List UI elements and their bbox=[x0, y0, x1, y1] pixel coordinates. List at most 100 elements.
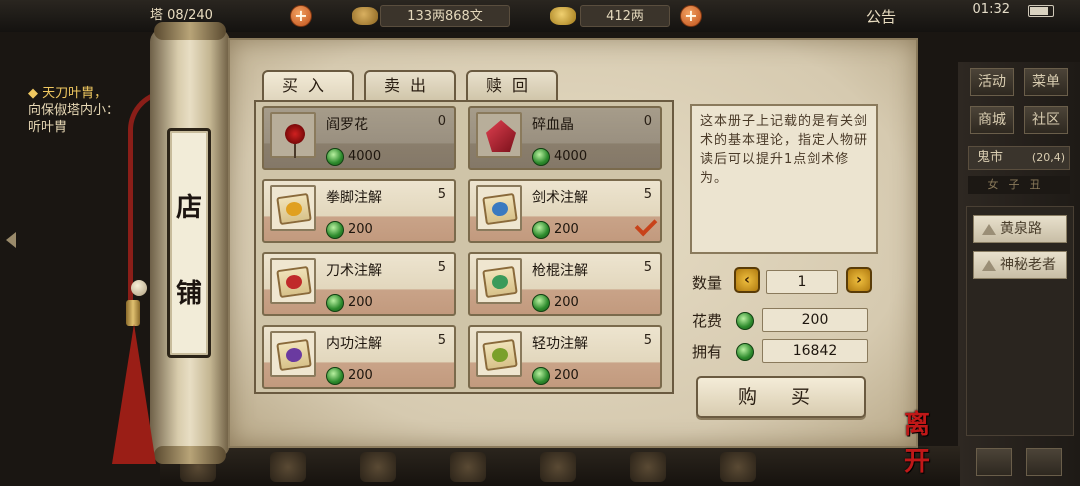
item-count: 5 bbox=[643, 187, 652, 202]
quest-title: ◆ 天刀叶胄， bbox=[28, 86, 108, 101]
copper-amount: 133两868文 bbox=[380, 5, 510, 27]
quantity-label: 数量 bbox=[692, 274, 723, 292]
item-price: 200 bbox=[554, 295, 579, 310]
item-name: 内功注解 bbox=[326, 336, 382, 352]
sword-manual-icon bbox=[476, 185, 522, 231]
npc-mysterious-elder[interactable]: 神秘老者 bbox=[973, 251, 1067, 279]
jade-currency-icon bbox=[532, 221, 550, 239]
jade-currency-icon bbox=[532, 367, 550, 385]
leave-button[interactable]: 离开 bbox=[904, 404, 954, 477]
jade-currency-icon bbox=[736, 343, 754, 361]
community-button[interactable]: 社区 bbox=[1024, 106, 1068, 134]
location-marker-icon bbox=[982, 224, 996, 235]
item-name: 拳脚注解 bbox=[326, 190, 382, 206]
silver-amount: 412两 bbox=[580, 5, 670, 27]
map-coord: (20,4) bbox=[1031, 151, 1065, 164]
tab-buy[interactable]: 买入 bbox=[262, 70, 354, 102]
item-count: 5 bbox=[643, 333, 652, 348]
cost-label: 花费 bbox=[692, 312, 723, 330]
shop-item-blood-crystal[interactable]: 碎血晶 0 4000 bbox=[468, 106, 662, 170]
item-name: 枪棍注解 bbox=[532, 263, 588, 279]
journal-icon[interactable] bbox=[630, 452, 666, 482]
item-price: 200 bbox=[348, 295, 373, 310]
shop-sign-char-2: 铺 bbox=[175, 279, 202, 309]
owned-value: 16842 bbox=[762, 339, 868, 363]
shop-item-inner-power-manual[interactable]: 内功注解 5 200 bbox=[262, 325, 456, 389]
item-price: 200 bbox=[348, 368, 373, 383]
skills-icon[interactable] bbox=[540, 452, 576, 482]
shop-item-blade-manual[interactable]: 刀术注解 5 200 bbox=[262, 252, 456, 316]
item-count: 5 bbox=[643, 260, 652, 275]
jade-currency-icon bbox=[326, 367, 344, 385]
item-price: 4000 bbox=[348, 149, 382, 164]
item-name: 碎血晶 bbox=[532, 117, 574, 133]
item-name: 剑术注解 bbox=[532, 190, 588, 206]
team-icon[interactable] bbox=[450, 452, 486, 482]
tassel-bead-icon bbox=[131, 280, 147, 296]
item-price: 200 bbox=[554, 368, 579, 383]
npc-huangquan-road[interactable]: 黄泉路 bbox=[973, 215, 1067, 243]
martial-arts-icon[interactable] bbox=[360, 452, 396, 482]
tab-redeem[interactable]: 赎回 bbox=[466, 70, 558, 102]
jade-currency-icon bbox=[532, 148, 550, 166]
time-strip: 女子丑 bbox=[968, 176, 1070, 194]
npc-label: 神秘老者 bbox=[1000, 257, 1056, 273]
collapse-left-arrow-icon[interactable] bbox=[6, 232, 16, 248]
item-count: 5 bbox=[437, 333, 446, 348]
pagoda-label: 塔 bbox=[150, 8, 164, 23]
selected-check-icon bbox=[634, 213, 658, 237]
silver-ingot-icon bbox=[550, 7, 576, 25]
fist-manual-icon bbox=[270, 185, 316, 231]
shop-item-sword-manual[interactable]: 剑术注解 5 200 bbox=[468, 179, 662, 243]
npc-label: 黄泉路 bbox=[1000, 221, 1042, 237]
shop-item-fist-manual[interactable]: 拳脚注解 5 200 bbox=[262, 179, 456, 243]
clock: 01:32 bbox=[972, 2, 1010, 17]
item-name: 阎罗花 bbox=[326, 117, 368, 133]
red-flower-icon bbox=[270, 112, 316, 158]
mall-button[interactable]: 商城 bbox=[970, 106, 1014, 134]
chat-button[interactable] bbox=[976, 448, 1012, 476]
settings-button[interactable] bbox=[1026, 448, 1062, 476]
npc-list: 黄泉路 神秘老者 bbox=[966, 206, 1074, 436]
jade-currency-icon bbox=[532, 294, 550, 312]
bag-icon[interactable] bbox=[270, 452, 306, 482]
jade-currency-icon bbox=[326, 294, 344, 312]
decrease-quantity-button[interactable]: ‹ bbox=[734, 267, 760, 293]
map-location[interactable]: 鬼市 (20,4) bbox=[968, 146, 1070, 170]
tab-sell[interactable]: 卖出 bbox=[364, 70, 456, 102]
increase-quantity-button[interactable]: › bbox=[846, 267, 872, 293]
npc-marker-icon bbox=[982, 260, 996, 271]
map-icon[interactable] bbox=[720, 452, 756, 482]
shop-sign: 店 铺 bbox=[167, 128, 211, 358]
shop-item-spear-manual[interactable]: 枪棍注解 5 200 bbox=[468, 252, 662, 316]
jade-currency-icon bbox=[326, 148, 344, 166]
item-price: 200 bbox=[348, 222, 373, 237]
bottom-dock bbox=[160, 446, 960, 486]
activity-button[interactable]: 活动 bbox=[970, 68, 1014, 96]
jade-currency-icon bbox=[326, 221, 344, 239]
menu-button[interactable]: 菜单 bbox=[1024, 68, 1068, 96]
battery-icon bbox=[1028, 5, 1054, 17]
pagoda-progress-value: 08/240 bbox=[167, 8, 213, 23]
item-count: 0 bbox=[437, 114, 446, 129]
quantity-field[interactable]: 1 bbox=[766, 270, 838, 294]
shop-item-yanluo-flower[interactable]: 阎罗花 0 4000 bbox=[262, 106, 456, 170]
item-description: 这本册子上记载的是有关剑术的基本理论，指定人物研读后可以提升1点剑术修为。 bbox=[690, 104, 878, 254]
item-count: 5 bbox=[437, 187, 446, 202]
blood-crystal-icon bbox=[476, 112, 522, 158]
blade-manual-icon bbox=[270, 258, 316, 304]
jade-currency-icon bbox=[736, 312, 754, 330]
item-count: 5 bbox=[437, 260, 446, 275]
buy-button[interactable]: 购 买 bbox=[696, 376, 866, 418]
shop-item-lightness-manual[interactable]: 轻功注解 5 200 bbox=[468, 325, 662, 389]
add-pagoda-button[interactable]: + bbox=[290, 5, 312, 27]
item-price: 4000 bbox=[554, 149, 588, 164]
item-name: 刀术注解 bbox=[326, 263, 382, 279]
tassel-icon bbox=[112, 324, 156, 464]
shop-sign-char-1: 店 bbox=[175, 193, 202, 223]
item-price: 200 bbox=[554, 222, 579, 237]
owned-label: 拥有 bbox=[692, 343, 723, 361]
add-silver-button[interactable]: + bbox=[680, 5, 702, 27]
notice-button[interactable]: 公告 bbox=[866, 6, 896, 27]
lightness-manual-icon bbox=[476, 331, 522, 377]
